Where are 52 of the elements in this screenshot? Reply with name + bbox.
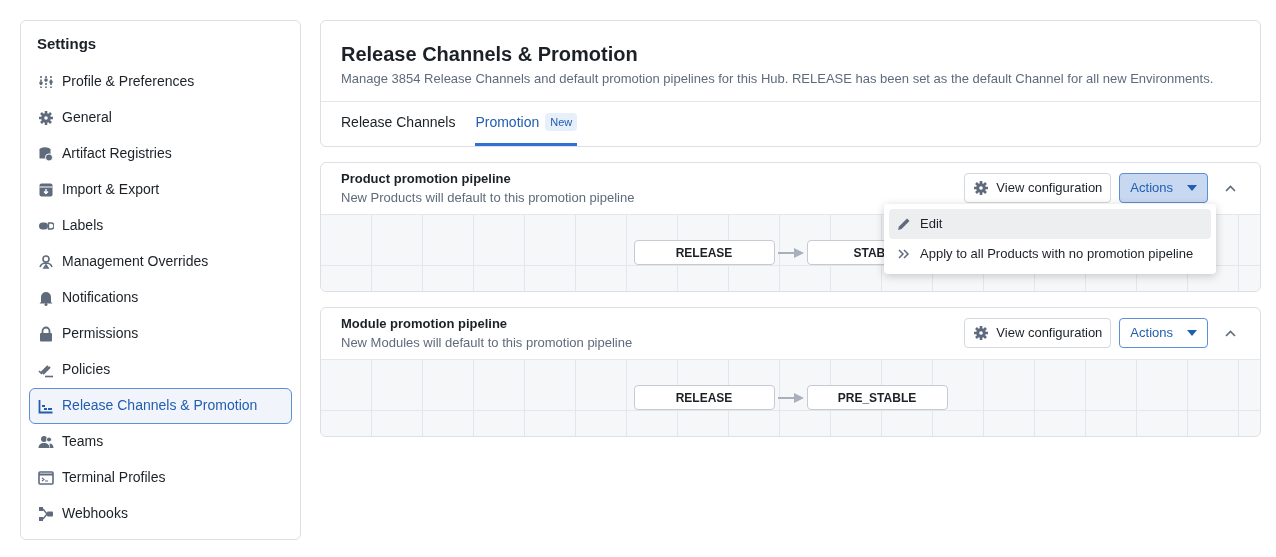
sidebar-item[interactable]: Profile & Preferences — [29, 63, 292, 100]
view-configuration-button[interactable]: View configuration — [964, 318, 1112, 348]
tab-label: Release Channels — [341, 112, 456, 132]
pipeline-description: New Products will default to this promotion pipeline — [341, 189, 635, 207]
lock-icon — [38, 325, 54, 342]
steps-chart-icon — [38, 397, 54, 414]
sidebar-item[interactable]: Policies — [29, 351, 292, 388]
sidebar-item[interactable]: Permissions — [29, 315, 292, 352]
terminal-icon — [38, 469, 54, 486]
archive-box-icon — [38, 181, 54, 198]
people-icon — [38, 433, 54, 450]
sidebar-item[interactable]: Terminal Profiles — [29, 459, 292, 496]
arrow-icon — [777, 247, 804, 258]
channel-node[interactable]: PRE_STABLE — [806, 385, 948, 410]
actions-button[interactable]: Actions — [1119, 173, 1208, 203]
sidebar-item[interactable]: Management Overrides — [29, 243, 292, 280]
tab[interactable]: Release Channels — [341, 101, 456, 146]
chevron-up-icon — [1224, 184, 1236, 192]
person-icon — [38, 253, 54, 270]
new-badge: New — [545, 112, 578, 132]
arrow-icon — [777, 392, 804, 403]
actions-button[interactable]: Actions — [1119, 318, 1208, 348]
view-configuration-button[interactable]: View configuration — [964, 173, 1112, 203]
pipeline-title: Product promotion pipeline — [341, 169, 512, 188]
page-description: Manage 3854 Release Channels and default promotion pipelines for this Hub. RELEASE has been set as the default Channel for all new Environments. — [341, 70, 1215, 88]
sidebar-title: Settings — [36, 34, 98, 54]
pipeline-description: New Modules will default to this promotion pipeline — [341, 334, 633, 352]
sliders-icon — [38, 73, 54, 90]
sidebar-item[interactable]: Labels — [29, 207, 292, 244]
chevron-up-icon — [1224, 329, 1236, 337]
sidebar-item[interactable]: Teams — [29, 423, 292, 460]
flow-icon — [38, 505, 54, 522]
menu-item[interactable]: Edit — [889, 208, 1211, 239]
bell-icon — [38, 289, 54, 306]
sidebar-item[interactable]: General — [29, 99, 292, 136]
channel-node[interactable]: RELEASE — [633, 385, 775, 410]
sidebar-item[interactable]: Artifact Registries — [29, 135, 292, 172]
sidebar-item[interactable]: Webhooks — [29, 495, 292, 532]
tab[interactable]: Promotion New — [475, 101, 578, 146]
caret-down-icon — [1187, 330, 1197, 336]
gear-icon — [38, 109, 54, 126]
sidebar-item[interactable]: Release Channels & Promotion — [29, 387, 292, 424]
pipeline-title: Module promotion pipeline — [341, 314, 509, 333]
tab-label: Promotion — [475, 112, 540, 132]
gear-icon — [973, 325, 990, 341]
sidebar-item[interactable]: Import & Export — [29, 171, 292, 208]
caret-down-icon — [1187, 185, 1197, 191]
sidebar-item[interactable]: Notifications — [29, 279, 292, 316]
gear-icon — [973, 180, 990, 196]
database-icon — [38, 145, 54, 162]
channel-node[interactable]: RELEASE — [633, 240, 775, 265]
page-title: Release Channels & Promotion — [341, 42, 639, 67]
